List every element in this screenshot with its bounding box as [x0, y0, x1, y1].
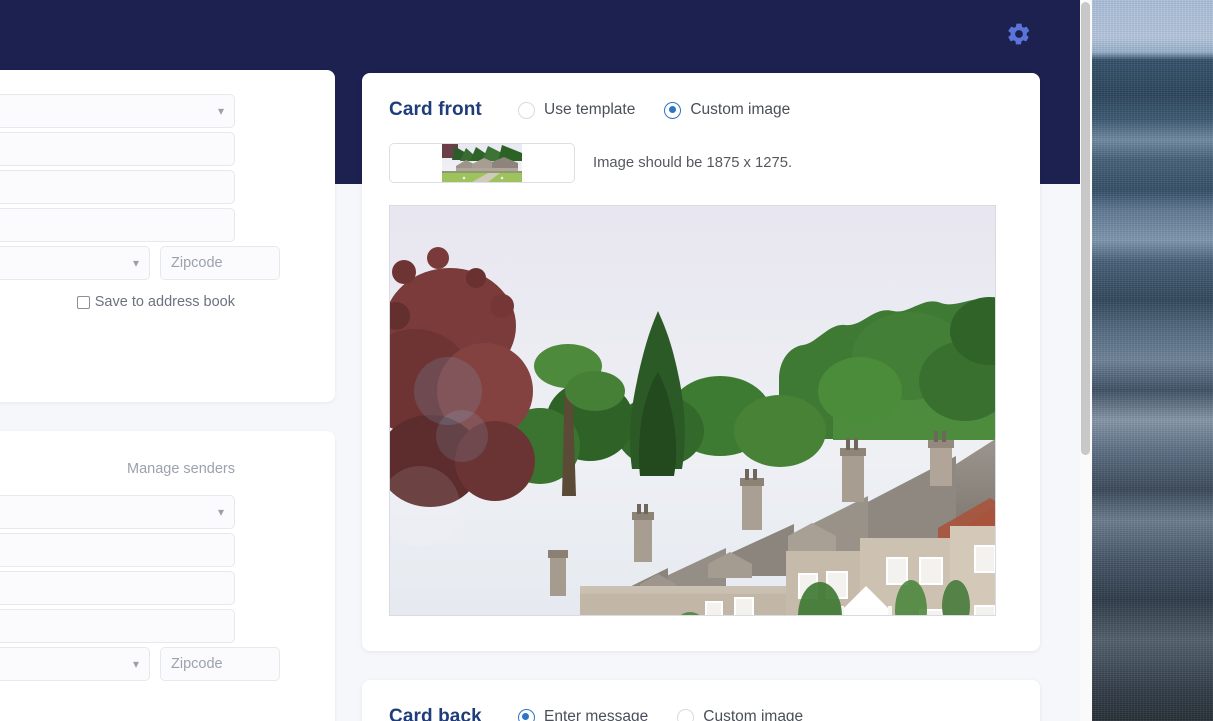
- card-front-use-template-option[interactable]: Use template: [518, 101, 635, 119]
- card-front-thumbnail-image: [442, 144, 522, 182]
- card-back-enter-message-label: Enter message: [544, 708, 649, 721]
- save-to-address-book-checkbox[interactable]: [76, 295, 90, 309]
- recipient-address-panel: ▾ te ▾ Zipcode Save to address book: [0, 70, 335, 402]
- browser-window: ▾ te ▾ Zipcode Save to address book: [0, 0, 1092, 721]
- recipient-address-line2-input[interactable]: [0, 170, 235, 204]
- card-front-header: Card front Use template Custom image: [389, 99, 1013, 121]
- radio-unchecked-icon[interactable]: [518, 101, 535, 119]
- card-back-section: Card back Enter message Custom image: [362, 680, 1040, 721]
- card-front-preview-image: [390, 206, 995, 615]
- card-front-use-template-label: Use template: [544, 101, 636, 118]
- save-to-address-book-row: Save to address book: [0, 294, 235, 310]
- vertical-scrollbar-thumb[interactable]: [1081, 2, 1090, 455]
- card-front-custom-image-label: Custom image: [690, 101, 791, 118]
- recipient-zipcode-input[interactable]: Zipcode: [160, 246, 280, 280]
- radio-checked-icon[interactable]: [518, 708, 535, 721]
- card-front-file-input[interactable]: [389, 143, 575, 183]
- card-front-title: Card front: [389, 99, 482, 120]
- card-back-custom-image-option[interactable]: Custom image: [677, 708, 803, 721]
- address-forms-column: ▾ te ▾ Zipcode Save to address book: [0, 70, 335, 721]
- recipient-country-select[interactable]: ▾: [0, 94, 235, 128]
- chevron-down-icon: ▾: [217, 104, 224, 118]
- sender-city-input[interactable]: [0, 609, 235, 643]
- sender-address-line1-input[interactable]: [0, 533, 235, 567]
- page-content: ▾ te ▾ Zipcode Save to address book: [0, 0, 1080, 721]
- card-back-source-radio-group: Enter message Custom image: [518, 708, 803, 721]
- recipient-state-zip-row: te ▾ Zipcode: [0, 246, 280, 284]
- radio-unchecked-icon[interactable]: [677, 708, 695, 721]
- chevron-down-icon: ▾: [132, 657, 139, 671]
- card-back-title: Card back: [389, 706, 482, 721]
- recipient-address-line1-input[interactable]: [0, 132, 235, 166]
- card-front-upload-hint: Image should be 1875 x 1275.: [593, 155, 793, 171]
- card-front-custom-image-option[interactable]: Custom image: [664, 101, 790, 119]
- card-back-enter-message-option[interactable]: Enter message: [518, 708, 648, 721]
- radio-checked-icon[interactable]: [664, 101, 682, 119]
- manage-senders-link[interactable]: Manage senders: [0, 461, 235, 477]
- recipient-state-select[interactable]: te ▾: [0, 246, 150, 280]
- recipient-city-input[interactable]: [0, 208, 235, 242]
- chevron-down-icon: ▾: [217, 505, 224, 519]
- card-front-upload-row: Image should be 1875 x 1275.: [389, 143, 1013, 183]
- card-back-header: Card back Enter message Custom image: [389, 706, 1013, 721]
- sender-zipcode-input[interactable]: Zipcode: [160, 647, 280, 681]
- card-back-custom-image-label: Custom image: [703, 708, 804, 721]
- sender-address-panel: Manage senders ▾ te ▾ Zipcode: [0, 431, 335, 721]
- desktop-wallpaper: [1092, 0, 1213, 721]
- card-front-section: Card front Use template Custom image Ima…: [362, 73, 1040, 651]
- card-editor-column: Card front Use template Custom image Ima…: [362, 73, 1040, 721]
- sender-state-select[interactable]: te ▾: [0, 647, 150, 681]
- sender-address-line2-input[interactable]: [0, 571, 235, 605]
- sender-state-zip-row: te ▾ Zipcode: [0, 647, 280, 685]
- chevron-down-icon: ▾: [132, 256, 139, 270]
- card-front-preview-frame: [389, 205, 996, 616]
- wallpaper-texture: [1092, 0, 1213, 721]
- sender-country-select[interactable]: ▾: [0, 495, 235, 529]
- card-front-source-radio-group: Use template Custom image: [518, 101, 790, 119]
- save-to-address-book-label: Save to address book: [94, 294, 235, 310]
